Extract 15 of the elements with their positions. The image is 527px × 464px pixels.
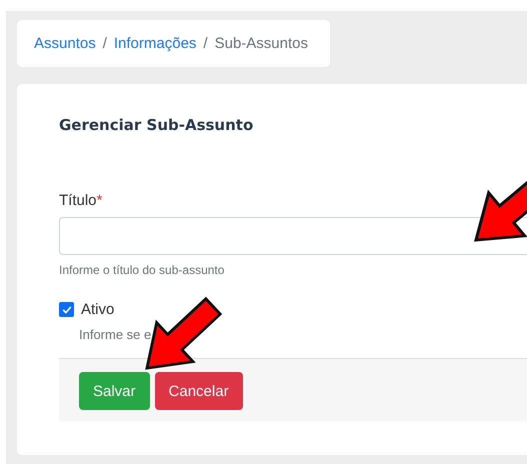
checkbox-label: Ativo: [81, 301, 114, 318]
help-text: Informe o título do sub-assunto: [59, 263, 226, 277]
breadcrumb-link[interactable]: Assuntos: [34, 35, 96, 52]
save-button[interactable]: Salvar: [79, 372, 150, 410]
title-input-field[interactable]: [59, 217, 527, 255]
help-text: Informe se e: [79, 327, 152, 342]
form-title: Gerenciar Sub-Assunto: [59, 116, 254, 134]
field-label: Título*: [59, 192, 104, 209]
cancel-button[interactable]: Cancelar: [154, 372, 243, 410]
breadcrumb-link[interactable]: Informações: [114, 35, 196, 52]
active-checkbox[interactable]: [59, 302, 74, 317]
breadcrumb-separator: /: [102, 35, 107, 52]
breadcrumb-separator: /: [203, 35, 208, 52]
breadcrumb-current: Sub-Assuntos: [214, 35, 308, 52]
checkmark-icon: [60, 304, 72, 316]
